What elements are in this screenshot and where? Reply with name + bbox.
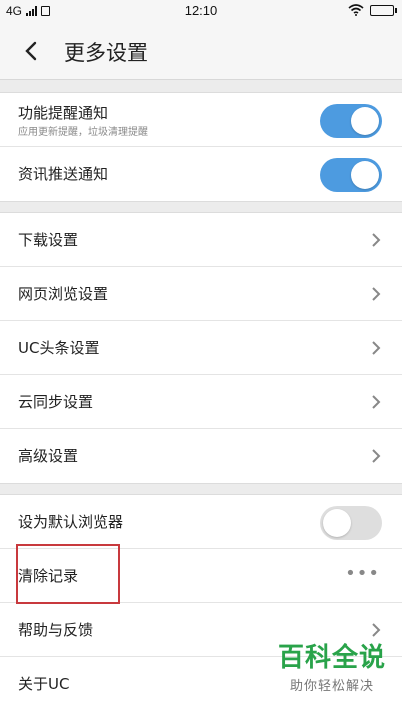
advanced-settings-label: 高级设置	[18, 447, 79, 465]
news-push-row[interactable]: 资讯推送通知	[0, 147, 402, 201]
chevron-right-icon	[372, 395, 381, 409]
watermark-logo: 百科全说 助你轻松解决	[276, 643, 388, 694]
toggle-knob	[351, 107, 379, 135]
header-bar: 更多设置	[0, 22, 402, 80]
chevron-right-icon	[372, 623, 381, 637]
status-bar: 4G 12:10	[0, 0, 402, 22]
notifications-group: 功能提醒通知 应用更新提醒，垃圾清理提醒 资讯推送通知	[0, 92, 402, 202]
feature-notification-subtitle: 应用更新提醒，垃圾清理提醒	[18, 127, 148, 138]
chevron-right-icon	[372, 233, 381, 247]
cloud-sync-settings-label: 云同步设置	[18, 393, 94, 411]
uc-headlines-settings-label: UC头条设置	[18, 339, 100, 357]
back-arrow-icon[interactable]	[20, 38, 44, 64]
default-browser-label: 设为默认浏览器	[18, 513, 124, 531]
page-title: 更多设置	[64, 41, 148, 65]
uc-headlines-settings-row[interactable]: UC头条设置	[0, 321, 402, 375]
wifi-icon	[348, 4, 364, 16]
chevron-right-icon	[372, 449, 381, 463]
feature-notification-toggle[interactable]	[320, 104, 382, 138]
chevron-right-icon	[372, 341, 381, 355]
default-browser-toggle[interactable]	[320, 506, 382, 540]
cloud-sync-settings-row[interactable]: 云同步设置	[0, 375, 402, 429]
clock: 12:10	[184, 3, 218, 18]
news-push-toggle[interactable]	[320, 158, 382, 192]
settings-group: 下载设置 网页浏览设置 UC头条设置 云同步设置 高级设置	[0, 212, 402, 484]
watermark-subtitle: 助你轻松解决	[289, 679, 374, 694]
help-feedback-label: 帮助与反馈	[18, 621, 94, 639]
download-settings-label: 下载设置	[18, 231, 79, 249]
highlight-box	[16, 544, 120, 604]
feature-notification-label: 功能提醒通知	[18, 104, 109, 122]
toggle-knob	[323, 509, 351, 537]
chevron-right-icon	[372, 287, 381, 301]
more-options-icon[interactable]: •••	[345, 565, 380, 583]
watermark-title: 百科全说	[277, 643, 386, 673]
toggle-knob	[351, 161, 379, 189]
feature-notification-row[interactable]: 功能提醒通知 应用更新提醒，垃圾清理提醒	[0, 93, 402, 147]
news-push-label: 资讯推送通知	[18, 165, 109, 183]
web-browsing-settings-label: 网页浏览设置	[18, 285, 109, 303]
status-right	[348, 4, 397, 16]
advanced-settings-row[interactable]: 高级设置	[0, 429, 402, 483]
download-settings-row[interactable]: 下载设置	[0, 213, 402, 267]
battery-icon	[370, 4, 397, 16]
web-browsing-settings-row[interactable]: 网页浏览设置	[0, 267, 402, 321]
about-uc-label: 关于UC	[18, 675, 70, 693]
default-browser-row[interactable]: 设为默认浏览器	[0, 495, 402, 549]
